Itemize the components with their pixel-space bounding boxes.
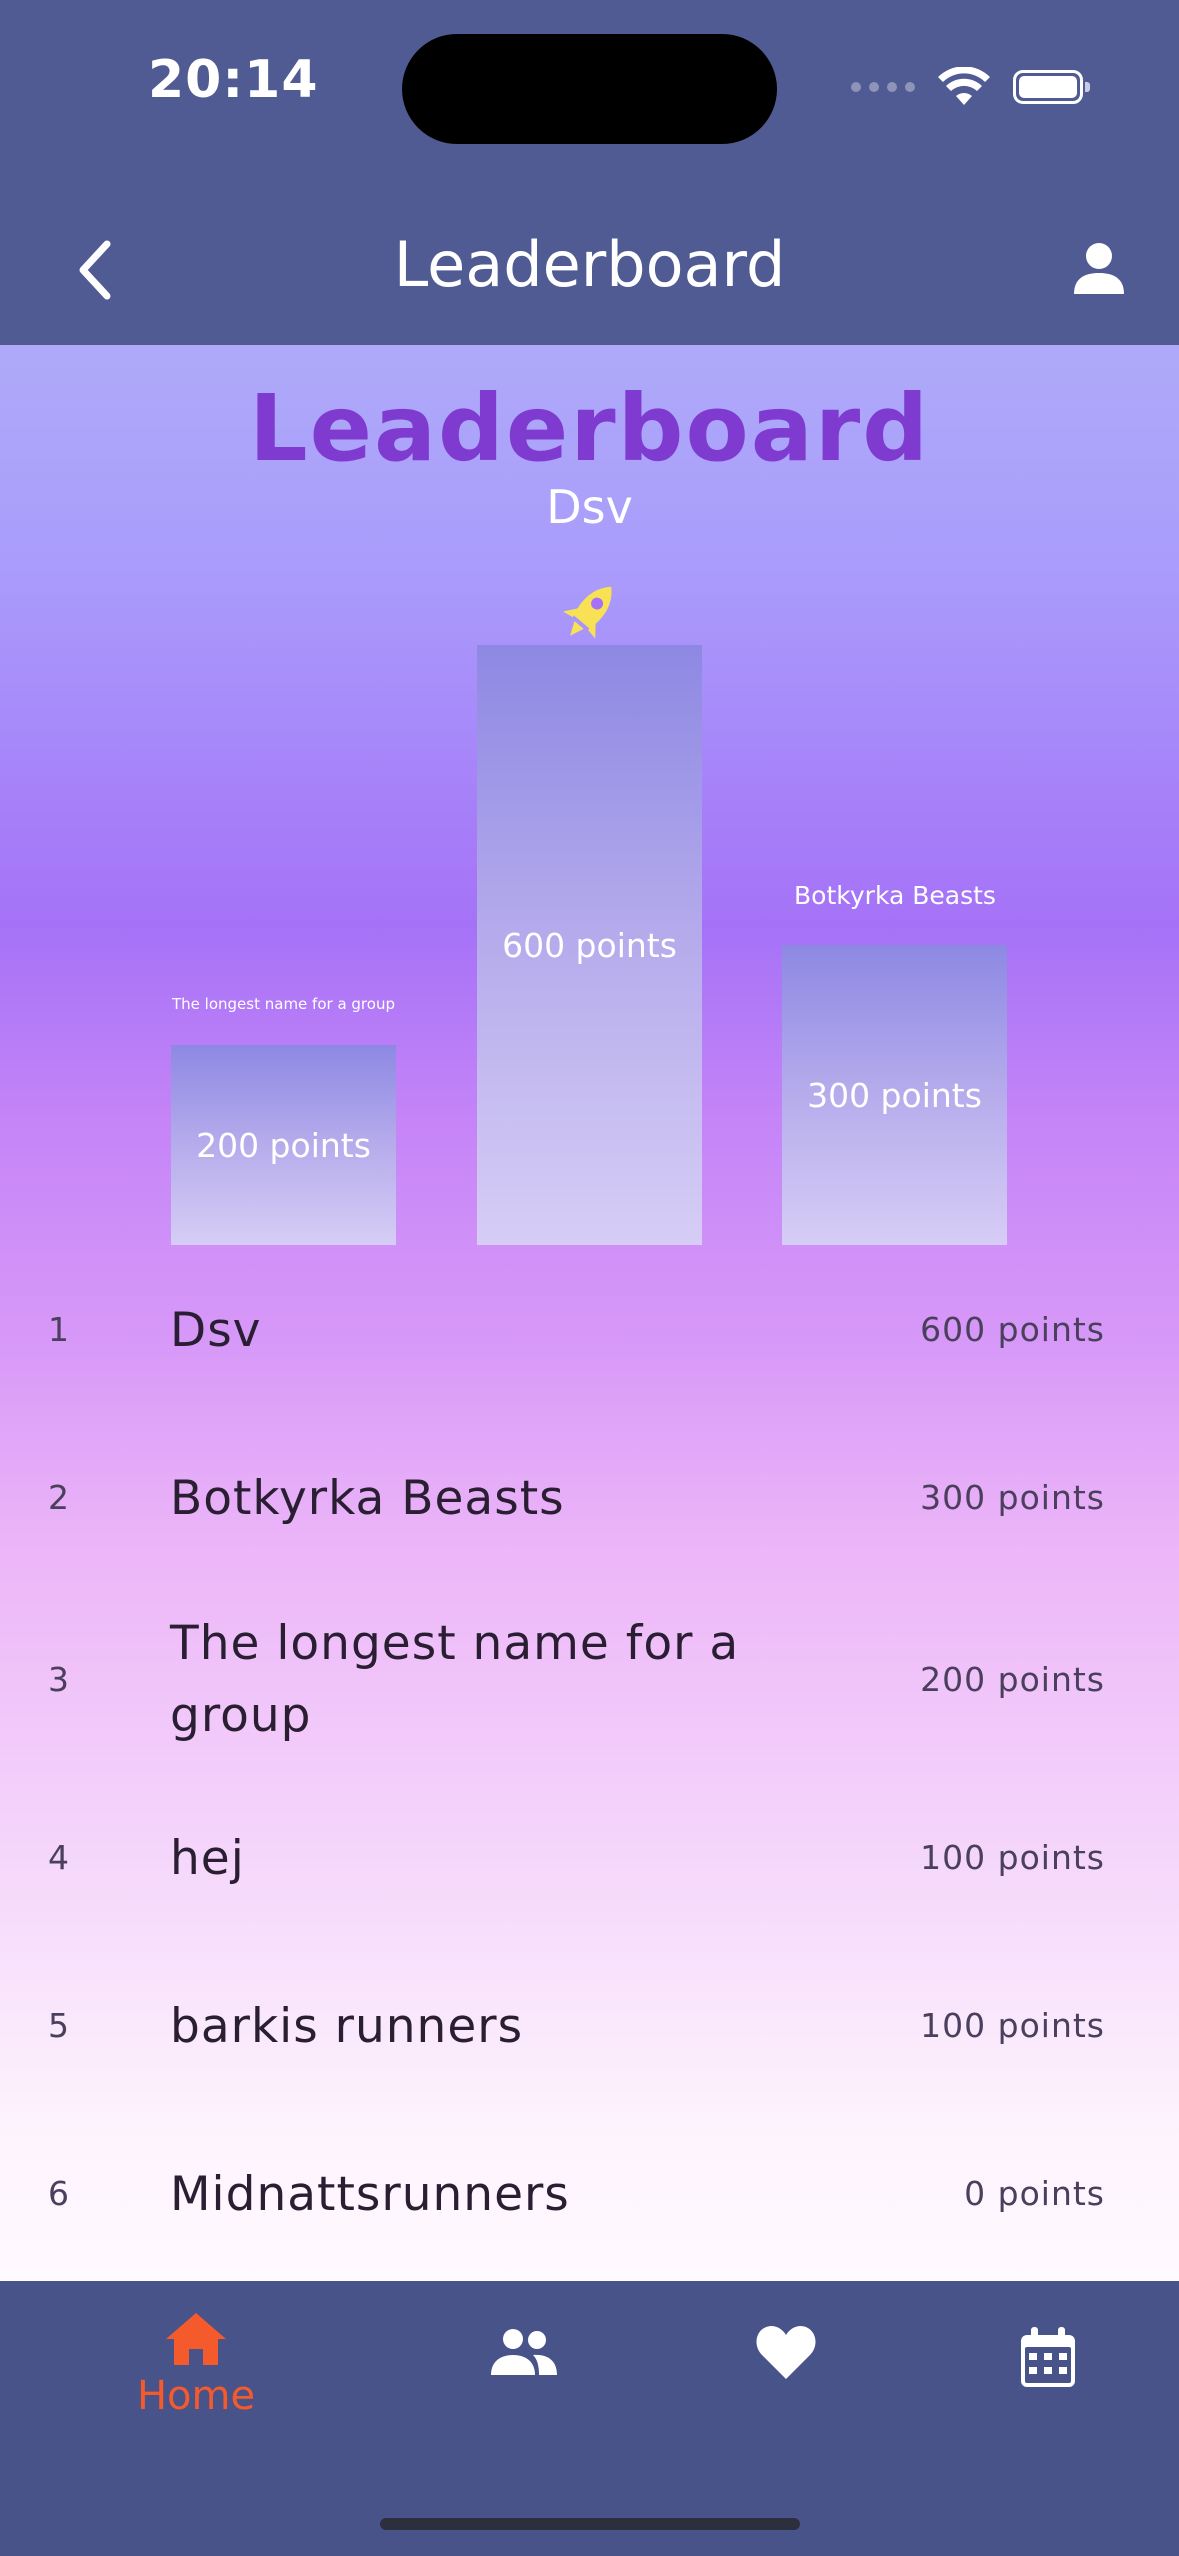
row-name: Botkyrka Beasts — [170, 1471, 565, 1526]
home-indicator — [380, 2518, 800, 2530]
tab-home[interactable]: Home — [96, 2311, 296, 2419]
heart-icon — [756, 2326, 816, 2379]
leaderboard-content: Leaderboard Dsv 600 points The longest n… — [0, 345, 1179, 2281]
nav-title: Leaderboard — [393, 228, 786, 301]
rocket-icon — [562, 586, 612, 639]
profile-button[interactable] — [1059, 228, 1139, 308]
row-name: hej — [170, 1831, 245, 1886]
row-name: barkis runners — [170, 1999, 524, 2054]
row-points: 100 points — [920, 2006, 1105, 2045]
home-icon — [166, 2313, 226, 2365]
tab-home-label: Home — [136, 2373, 256, 2419]
leaderboard-title: Leaderboard — [248, 375, 931, 482]
status-icons — [851, 62, 1090, 112]
tab-calendar[interactable] — [948, 2327, 1148, 2389]
row-name: Dsv — [170, 1303, 262, 1358]
podium-third-bar: 300 points — [782, 945, 1007, 1245]
row-points: 600 points — [920, 1310, 1105, 1349]
row-rank: 5 — [48, 2006, 69, 2045]
podium-second-points: 200 points — [196, 1125, 371, 1165]
row-rank: 2 — [48, 1478, 69, 1517]
row-points: 200 points — [920, 1660, 1105, 1699]
group-icon — [491, 2329, 557, 2375]
row-points: 100 points — [920, 1838, 1105, 1877]
signal-icon — [851, 82, 915, 92]
row-rank: 4 — [48, 1838, 69, 1877]
wifi-icon — [938, 67, 990, 105]
podium-first-points: 600 points — [502, 925, 677, 965]
row-points: 0 points — [964, 2174, 1105, 2213]
podium-third-name: Botkyrka Beasts — [794, 881, 996, 910]
tab-favorites[interactable] — [686, 2323, 886, 2381]
calendar-icon — [1021, 2327, 1075, 2387]
battery-icon — [1013, 70, 1090, 104]
tab-groups[interactable] — [424, 2327, 624, 2377]
podium-third-points: 300 points — [807, 1075, 982, 1115]
tab-bar: Home — [0, 2281, 1179, 2556]
navigation-bar: Leaderboard — [0, 190, 1179, 345]
row-rank: 3 — [48, 1660, 69, 1699]
podium-second-name: The longest name for a group — [172, 995, 395, 1013]
row-rank: 6 — [48, 2174, 69, 2213]
status-time: 20:14 — [148, 50, 319, 110]
row-name: The longest name for a group — [170, 1616, 740, 1743]
status-bar: 20:14 — [0, 0, 1179, 190]
row-points: 300 points — [920, 1478, 1105, 1517]
row-name: Midnattsrunners — [170, 2167, 570, 2222]
podium-first-bar: 600 points — [477, 645, 702, 1245]
row-rank: 1 — [48, 1310, 69, 1349]
dynamic-island — [402, 34, 777, 144]
group-subtitle: Dsv — [546, 480, 633, 534]
podium-second-bar: 200 points — [171, 1045, 396, 1245]
person-icon — [1074, 243, 1124, 294]
